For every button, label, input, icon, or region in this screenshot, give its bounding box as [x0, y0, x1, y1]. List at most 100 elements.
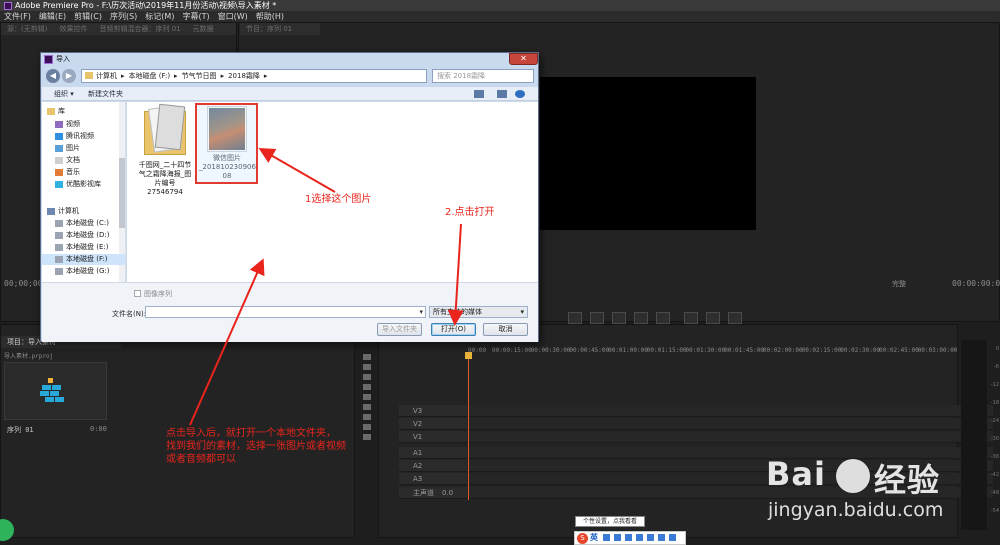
nav-item[interactable]: 本地磁盘 (E:) [42, 242, 125, 253]
menu-item[interactable]: 帮助(H) [252, 11, 288, 22]
filename-input[interactable]: ▾ [145, 306, 426, 318]
import-folder-button[interactable]: 导入文件夹 [377, 323, 422, 336]
nav-item-label: 本地磁盘 (E:) [66, 243, 109, 251]
preview-pane-icon[interactable] [497, 90, 507, 98]
organize-menu[interactable]: 组织 ▾ [54, 87, 74, 101]
playhead-line[interactable] [468, 352, 469, 500]
master-volume-value[interactable]: 0.0 [442, 489, 453, 497]
emoji-icon[interactable] [614, 534, 621, 541]
breadcrumb-chevron-icon[interactable]: ▸ [221, 72, 225, 80]
menu-item[interactable]: 标记(M) [141, 11, 178, 22]
nav-item[interactable]: 库 [42, 106, 125, 117]
keyboard-icon[interactable] [636, 534, 643, 541]
panel-tab[interactable]: 效果控件 [59, 25, 87, 33]
search-input[interactable]: 搜索 2018霜降 [432, 69, 534, 83]
toolbox-icon[interactable] [669, 534, 676, 541]
checkbox-icon[interactable] [134, 290, 141, 297]
step-back-button[interactable] [590, 312, 604, 324]
back-button[interactable]: ◀ [46, 69, 60, 83]
track-header[interactable]: A1 [399, 447, 467, 459]
tool-icon[interactable] [363, 374, 371, 380]
program-fit-select[interactable]: 完整 [892, 279, 906, 289]
chevron-down-icon[interactable]: ▾ [520, 307, 524, 317]
tool-icon[interactable] [363, 414, 371, 420]
track-header[interactable]: A3 [399, 473, 467, 485]
tool-icon[interactable] [363, 424, 371, 430]
menu-item[interactable]: 字幕(T) [178, 11, 213, 22]
panel-tab[interactable]: 元数据 [193, 25, 214, 33]
tool-icon[interactable] [363, 384, 371, 390]
breadcrumb-chevron-icon[interactable]: ▸ [121, 72, 125, 80]
lift-button[interactable] [684, 312, 698, 324]
track-lane[interactable] [468, 405, 993, 417]
mic-icon[interactable] [625, 534, 632, 541]
nav-item[interactable]: 本地磁盘 (C:) [42, 218, 125, 229]
nav-item[interactable]: 视频 [42, 119, 125, 130]
playhead-handle[interactable] [465, 352, 472, 359]
nav-item[interactable]: 本地磁盘 (G:) [42, 266, 125, 277]
chevron-down-icon[interactable]: ▾ [419, 308, 423, 316]
filetype-select[interactable]: 所有支持的媒体 ▾ [429, 306, 528, 318]
menu-item[interactable]: 编辑(E) [35, 11, 70, 22]
nav-item[interactable]: 图片 [42, 143, 125, 154]
tool-icon[interactable] [363, 394, 371, 400]
nav-item[interactable]: 优酷影视库 [42, 179, 125, 190]
nav-item[interactable]: 文档 [42, 155, 125, 166]
file-item-folder[interactable]: 千图网_二十四节 气之霜降海报_图 片编号27546794 [137, 103, 193, 197]
tool-icon[interactable] [363, 434, 371, 440]
address-bar[interactable]: 计算机 ▸ 本地磁盘 (F:) ▸ 节气节日图 ▸ 2018霜降 ▸ [81, 69, 427, 83]
tool-icon[interactable] [363, 354, 371, 360]
track-header[interactable]: V1 [399, 431, 467, 443]
mark-in-button[interactable] [568, 312, 582, 324]
extract-button[interactable] [706, 312, 720, 324]
open-button[interactable]: 打开(O) [431, 323, 476, 336]
help-icon[interactable] [515, 90, 525, 98]
skin-icon[interactable] [647, 534, 654, 541]
timeline-ruler[interactable]: 00:00 00:00:15:00 00:00:30:00 00:00:45:00 00… [468, 346, 993, 358]
track-header[interactable]: A2 [399, 460, 467, 472]
breadcrumb-item[interactable]: 节气节日图 [182, 72, 217, 80]
panel-tab[interactable]: 源：(无剪辑) [7, 25, 47, 33]
track-header[interactable]: V2 [399, 418, 467, 430]
breadcrumb-item[interactable]: 本地磁盘 (F:) [129, 72, 171, 80]
breadcrumb-chevron-icon[interactable]: ▸ [174, 72, 178, 80]
export-frame-button[interactable] [728, 312, 742, 324]
menu-item[interactable]: 序列(S) [106, 11, 141, 22]
nav-item[interactable]: 计算机 [42, 206, 125, 217]
settings-icon[interactable] [658, 534, 665, 541]
sogou-icon[interactable]: S [577, 533, 588, 544]
track-lane[interactable] [468, 418, 993, 430]
panel-tab[interactable]: 音频剪辑混合器：序列 01 [99, 25, 180, 33]
view-options-icon[interactable] [474, 90, 484, 98]
ime-toolbar[interactable]: S英 [574, 531, 686, 545]
nav-item[interactable]: 腾讯视频 [42, 131, 125, 142]
play-button[interactable] [612, 312, 626, 324]
breadcrumb-item[interactable]: 计算机 [96, 72, 117, 80]
menu-item[interactable]: 剪辑(C) [70, 11, 106, 22]
program-panel-tab[interactable]: 节目：序列 01 [240, 23, 320, 35]
breadcrumb-item[interactable]: 2018霜降 [228, 72, 260, 80]
forward-button[interactable]: ▶ [62, 69, 76, 83]
step-forward-button[interactable] [634, 312, 648, 324]
menu-item[interactable]: 文件(F) [0, 11, 35, 22]
track-header[interactable]: 主声道 0.0 [399, 487, 467, 499]
cancel-button[interactable]: 取消 [483, 323, 528, 336]
image-sequence-checkbox[interactable]: 图像序列 [134, 289, 172, 299]
track-header[interactable]: V3 [399, 405, 467, 417]
close-button[interactable]: ✕ [509, 53, 538, 65]
tools-panel[interactable] [360, 350, 374, 450]
menu-item[interactable]: 窗口(W) [214, 11, 252, 22]
tool-icon[interactable] [363, 404, 371, 410]
nav-item[interactable]: 本地磁盘 (D:) [42, 230, 125, 241]
new-folder-button[interactable]: 新建文件夹 [88, 87, 123, 101]
folder-icon [85, 72, 93, 79]
nav-item[interactable]: 音乐 [42, 167, 125, 178]
go-to-out-button[interactable] [656, 312, 670, 324]
tool-icon[interactable] [363, 364, 371, 370]
nav-item[interactable]: 本地磁盘 (F:) [42, 254, 125, 265]
track-lane[interactable] [468, 431, 993, 443]
punctuation-icon[interactable] [603, 534, 610, 541]
breadcrumb-chevron-icon[interactable]: ▸ [264, 72, 268, 80]
ime-language[interactable]: 英 [590, 533, 598, 542]
ruler-tick-label: 00:01:00:00 [608, 347, 648, 354]
